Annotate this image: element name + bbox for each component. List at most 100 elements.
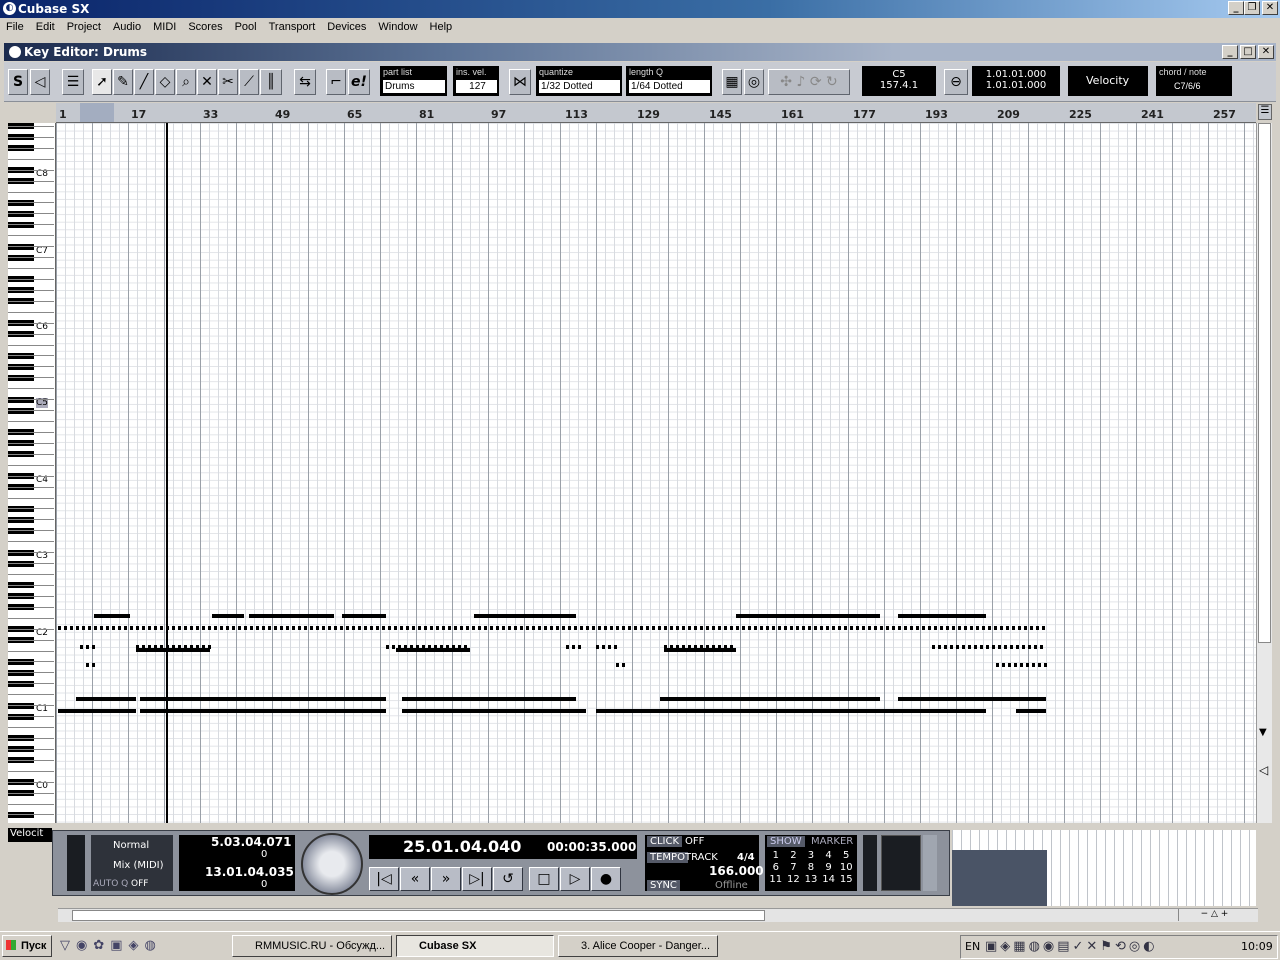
master-fader[interactable]: [923, 835, 937, 891]
note-event[interactable]: [166, 697, 386, 701]
note-event[interactable]: [520, 626, 523, 630]
note-event[interactable]: [212, 614, 244, 618]
note-event[interactable]: [1036, 626, 1039, 630]
note-event[interactable]: [238, 626, 241, 630]
quantize-field[interactable]: quantize 1/32 Dotted: [536, 66, 622, 96]
note-event[interactable]: [910, 626, 913, 630]
length-q-field[interactable]: length Q 1/64 Dotted: [626, 66, 712, 96]
horizontal-scrollbar[interactable]: − △ +: [58, 908, 1258, 922]
note-event[interactable]: [1006, 626, 1009, 630]
note-event[interactable]: [310, 626, 313, 630]
note-event[interactable]: [484, 626, 487, 630]
menu-file[interactable]: File: [0, 18, 30, 33]
note-event[interactable]: [154, 626, 157, 630]
note-event[interactable]: [334, 626, 337, 630]
note-insert-buttons-icon[interactable]: ✣ ♪ ⟳ ↻: [768, 69, 850, 95]
note-event[interactable]: [886, 626, 889, 630]
menu-project[interactable]: Project: [61, 18, 107, 33]
horizontal-scroll-thumb[interactable]: [72, 910, 765, 921]
note-event[interactable]: [1034, 645, 1037, 649]
note-event[interactable]: [614, 645, 617, 649]
note-event[interactable]: [670, 626, 673, 630]
vertical-scrollbar[interactable]: ▼ ◁: [1256, 123, 1272, 823]
note-event[interactable]: [802, 626, 805, 630]
note-event[interactable]: [80, 645, 83, 649]
note-event[interactable]: [292, 626, 295, 630]
note-event[interactable]: [664, 626, 667, 630]
quantize-select[interactable]: 1/32 Dotted: [539, 80, 620, 93]
marker-button[interactable]: 1: [767, 850, 785, 861]
note-event[interactable]: [112, 626, 115, 630]
note-event[interactable]: [772, 626, 775, 630]
note-event[interactable]: [304, 626, 307, 630]
feedback-speaker-icon[interactable]: ◁: [30, 69, 50, 95]
note-event[interactable]: [538, 626, 541, 630]
note-event[interactable]: [1018, 626, 1021, 630]
note-event[interactable]: [602, 645, 605, 649]
scroll-down-icon[interactable]: ▼: [1259, 727, 1267, 738]
controller-lane-select[interactable]: Velocity: [1068, 66, 1148, 96]
marker-button[interactable]: 8: [802, 862, 820, 873]
note-event[interactable]: [86, 645, 89, 649]
note-event[interactable]: [578, 645, 581, 649]
note-event[interactable]: [904, 626, 907, 630]
project-cursor[interactable]: [166, 123, 168, 823]
note-event[interactable]: [322, 626, 325, 630]
autoscroll-icon[interactable]: ⇆: [294, 69, 316, 95]
zoom-magnifier-icon[interactable]: ⌕: [176, 69, 196, 95]
note-event[interactable]: [736, 614, 880, 618]
edit-in-place-icon[interactable]: e!: [348, 69, 370, 95]
note-event[interactable]: [472, 626, 475, 630]
marker-button[interactable]: 5: [837, 850, 855, 861]
note-event[interactable]: [718, 626, 721, 630]
stop-icon[interactable]: □: [529, 867, 559, 891]
note-event[interactable]: [376, 626, 379, 630]
note-event[interactable]: [754, 626, 757, 630]
note-event[interactable]: [974, 645, 977, 649]
tempo-label[interactable]: TEMPO: [647, 852, 688, 863]
note-event[interactable]: [944, 645, 947, 649]
note-grid[interactable]: [56, 123, 1256, 823]
note-event[interactable]: [706, 626, 709, 630]
note-event[interactable]: [118, 626, 121, 630]
note-event[interactable]: [1044, 663, 1047, 667]
note-event[interactable]: [220, 626, 223, 630]
menu-pool[interactable]: Pool: [229, 18, 263, 33]
note-event[interactable]: [100, 626, 103, 630]
note-event[interactable]: [1024, 626, 1027, 630]
note-event[interactable]: [958, 626, 961, 630]
note-event[interactable]: [832, 626, 835, 630]
note-event[interactable]: [166, 709, 386, 713]
goto-end-icon[interactable]: ▷|: [462, 867, 492, 891]
note-event[interactable]: [946, 626, 949, 630]
note-event[interactable]: [1030, 626, 1033, 630]
note-event[interactable]: [1016, 645, 1019, 649]
note-event[interactable]: [748, 626, 751, 630]
note-event[interactable]: [730, 626, 733, 630]
menu-help[interactable]: Help: [424, 18, 459, 33]
glue-tool-icon[interactable]: ⟋: [239, 69, 259, 95]
note-event[interactable]: [328, 626, 331, 630]
note-event[interactable]: [898, 614, 986, 618]
note-event[interactable]: [988, 626, 991, 630]
menu-audio[interactable]: Audio: [107, 18, 147, 33]
close-button[interactable]: ✕: [1262, 1, 1278, 15]
sync-label[interactable]: SYNC: [647, 880, 680, 891]
minimize-button[interactable]: _: [1228, 1, 1244, 15]
note-event[interactable]: [880, 626, 883, 630]
note-event[interactable]: [1038, 663, 1041, 667]
note-event[interactable]: [386, 645, 389, 649]
note-event[interactable]: [94, 614, 130, 618]
mute-tool-icon[interactable]: ✕: [197, 69, 217, 95]
note-event[interactable]: [394, 626, 397, 630]
note-event[interactable]: [286, 626, 289, 630]
tempo-value[interactable]: 166.000: [709, 864, 764, 878]
note-event[interactable]: [628, 626, 631, 630]
note-event[interactable]: [510, 614, 576, 618]
note-event[interactable]: [58, 626, 61, 630]
note-event[interactable]: [1026, 663, 1029, 667]
note-event[interactable]: [616, 663, 619, 667]
note-event[interactable]: [214, 626, 217, 630]
note-event[interactable]: [70, 626, 73, 630]
note-event[interactable]: [1004, 645, 1007, 649]
